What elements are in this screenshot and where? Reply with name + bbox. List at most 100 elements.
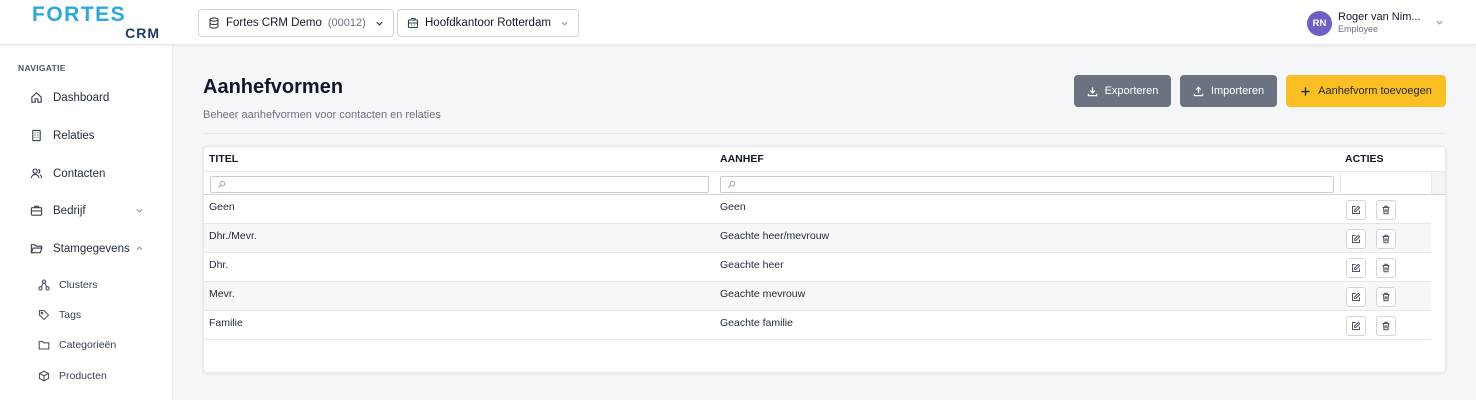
tag-icon xyxy=(38,309,50,321)
delete-button[interactable] xyxy=(1376,316,1396,336)
logo-subtext: CRM xyxy=(125,25,160,41)
download-icon xyxy=(1087,86,1097,96)
user-name: Roger van Nim... xyxy=(1338,11,1421,23)
sidebar: NAVIGATIE Dashboard Relaties Contacten B… xyxy=(0,45,173,400)
export-button[interactable]: Exporteren xyxy=(1074,75,1171,107)
location-selector[interactable]: Hoofdkantoor Rotterdam xyxy=(397,9,579,37)
chevron-down-icon xyxy=(136,208,143,213)
import-button[interactable]: Importeren xyxy=(1180,75,1277,107)
building-icon xyxy=(32,129,41,142)
top-bar: FORTES CRM Fortes CRM Demo (00012) Hoofd… xyxy=(0,0,1476,45)
building-icon xyxy=(407,17,419,29)
table-row[interactable]: Dhr. Geachte heer xyxy=(204,253,1431,282)
filter-row xyxy=(204,171,1431,196)
sidebar-item-stamgegevens[interactable]: Stamgegevens xyxy=(30,242,143,255)
sidebar-item-label: Bedrijf xyxy=(53,204,86,217)
add-aanhefvorm-button[interactable]: Aanhefvorm toevoegen xyxy=(1286,75,1446,107)
column-divider xyxy=(1340,172,1341,196)
edit-icon xyxy=(1352,205,1361,214)
column-header-aanhef[interactable]: AANHEF xyxy=(720,153,764,165)
main-content: Aanhefvormen Beheer aanhefvormen voor co… xyxy=(174,45,1476,400)
cluster-icon xyxy=(38,279,50,291)
delete-button[interactable] xyxy=(1376,287,1396,307)
trash-icon xyxy=(1382,263,1390,273)
table-row[interactable]: Mevr. Geachte mevrouw xyxy=(204,282,1431,311)
aanhef-cell: Geachte mevrouw xyxy=(720,288,806,300)
titel-cell: Mevr. xyxy=(209,288,235,300)
titel-cell: Familie xyxy=(209,317,243,329)
aanhef-filter-input[interactable] xyxy=(720,176,1334,193)
divider xyxy=(203,133,1446,134)
delete-button[interactable] xyxy=(1376,258,1396,278)
edit-icon xyxy=(1352,263,1361,272)
fortes-crm-logo[interactable]: FORTES CRM xyxy=(32,3,160,41)
scrollbar-corner xyxy=(1431,171,1445,195)
sidebar-subitem-categorieen[interactable]: Categorieën xyxy=(38,339,116,351)
folder-open-icon xyxy=(30,244,43,254)
user-menu[interactable]: RN Roger van Nim... Employee xyxy=(1307,8,1443,38)
sidebar-item-label: Relaties xyxy=(53,129,95,142)
titel-cell: Geen xyxy=(209,201,235,213)
titel-cell: Dhr./Mevr. xyxy=(209,230,257,242)
sidebar-subitem-label: Clusters xyxy=(59,279,98,291)
sidebar-subitem-clusters[interactable]: Clusters xyxy=(38,279,98,291)
chevron-down-icon xyxy=(1436,20,1443,25)
aanhefvormen-table: TITEL AANHEF ACTIES Geen Geen Dhr./Mevr.… xyxy=(203,146,1446,373)
sidebar-subitem-tags[interactable]: Tags xyxy=(38,309,81,321)
column-header-acties: ACTIES xyxy=(1345,153,1384,165)
page-title: Aanhefvormen xyxy=(203,76,344,98)
sidebar-item-bedrijf[interactable]: Bedrijf xyxy=(30,204,143,217)
box-icon xyxy=(38,370,50,382)
trash-icon xyxy=(1382,205,1390,215)
sidebar-item-label: Contacten xyxy=(53,167,106,180)
aanhef-cell: Geachte heer/mevrouw xyxy=(720,230,830,242)
trash-icon xyxy=(1382,292,1390,302)
delete-button[interactable] xyxy=(1376,200,1396,220)
avatar: RN xyxy=(1307,10,1332,36)
edit-icon xyxy=(1352,234,1361,243)
table-row[interactable]: Geen Geen xyxy=(204,195,1431,224)
company-code: (00012) xyxy=(327,17,366,29)
sidebar-subitem-producten[interactable]: Producten xyxy=(38,370,107,382)
chevron-up-icon xyxy=(136,246,143,251)
user-role: Employee xyxy=(1338,24,1379,34)
trash-icon xyxy=(1382,234,1390,244)
edit-icon xyxy=(1352,292,1361,301)
location-name: Hoofdkantoor Rotterdam xyxy=(425,17,551,29)
sidebar-item-contacten[interactable]: Contacten xyxy=(30,167,105,180)
page-subtitle: Beheer aanhefvormen voor contacten en re… xyxy=(203,109,441,121)
table-row[interactable]: Dhr./Mevr. Geachte heer/mevrouw xyxy=(204,224,1431,253)
logo-text: FORTES xyxy=(32,3,127,26)
add-button-label: Aanhefvorm toevoegen xyxy=(1318,85,1432,97)
chevron-down-icon xyxy=(561,21,568,26)
edit-button[interactable] xyxy=(1346,200,1366,220)
database-icon xyxy=(209,17,219,29)
edit-button[interactable] xyxy=(1346,316,1366,336)
search-icon xyxy=(217,180,226,189)
upload-icon xyxy=(1193,86,1204,96)
aanhef-cell: Geachte heer xyxy=(720,259,784,271)
sidebar-subitem-label: Tags xyxy=(59,309,82,321)
edit-button[interactable] xyxy=(1346,287,1366,307)
home-icon xyxy=(31,92,42,103)
aanhef-cell: Geachte familie xyxy=(720,317,793,329)
sidebar-subitem-label: Categorieën xyxy=(59,339,117,351)
column-header-titel[interactable]: TITEL xyxy=(209,153,238,165)
company-selector[interactable]: Fortes CRM Demo (00012) xyxy=(198,9,394,37)
titel-cell: Dhr. xyxy=(209,259,229,271)
import-button-label: Importeren xyxy=(1210,85,1265,97)
sidebar-item-dashboard[interactable]: Dashboard xyxy=(30,91,109,104)
sidebar-subitem-label: Producten xyxy=(59,370,107,382)
edit-button[interactable] xyxy=(1346,258,1366,278)
titel-filter-input[interactable] xyxy=(210,176,709,193)
table-row[interactable]: Familie Geachte familie xyxy=(204,311,1431,340)
sidebar-item-label: Dashboard xyxy=(53,91,110,104)
export-button-label: Exporteren xyxy=(1104,85,1159,97)
users-icon xyxy=(30,168,43,179)
sidebar-item-relaties[interactable]: Relaties xyxy=(30,129,95,142)
plus-icon xyxy=(1301,86,1310,96)
delete-button[interactable] xyxy=(1376,229,1396,249)
edit-button[interactable] xyxy=(1346,229,1366,249)
sidebar-heading: NAVIGATIE xyxy=(18,63,66,73)
aanhef-cell: Geen xyxy=(720,201,746,213)
